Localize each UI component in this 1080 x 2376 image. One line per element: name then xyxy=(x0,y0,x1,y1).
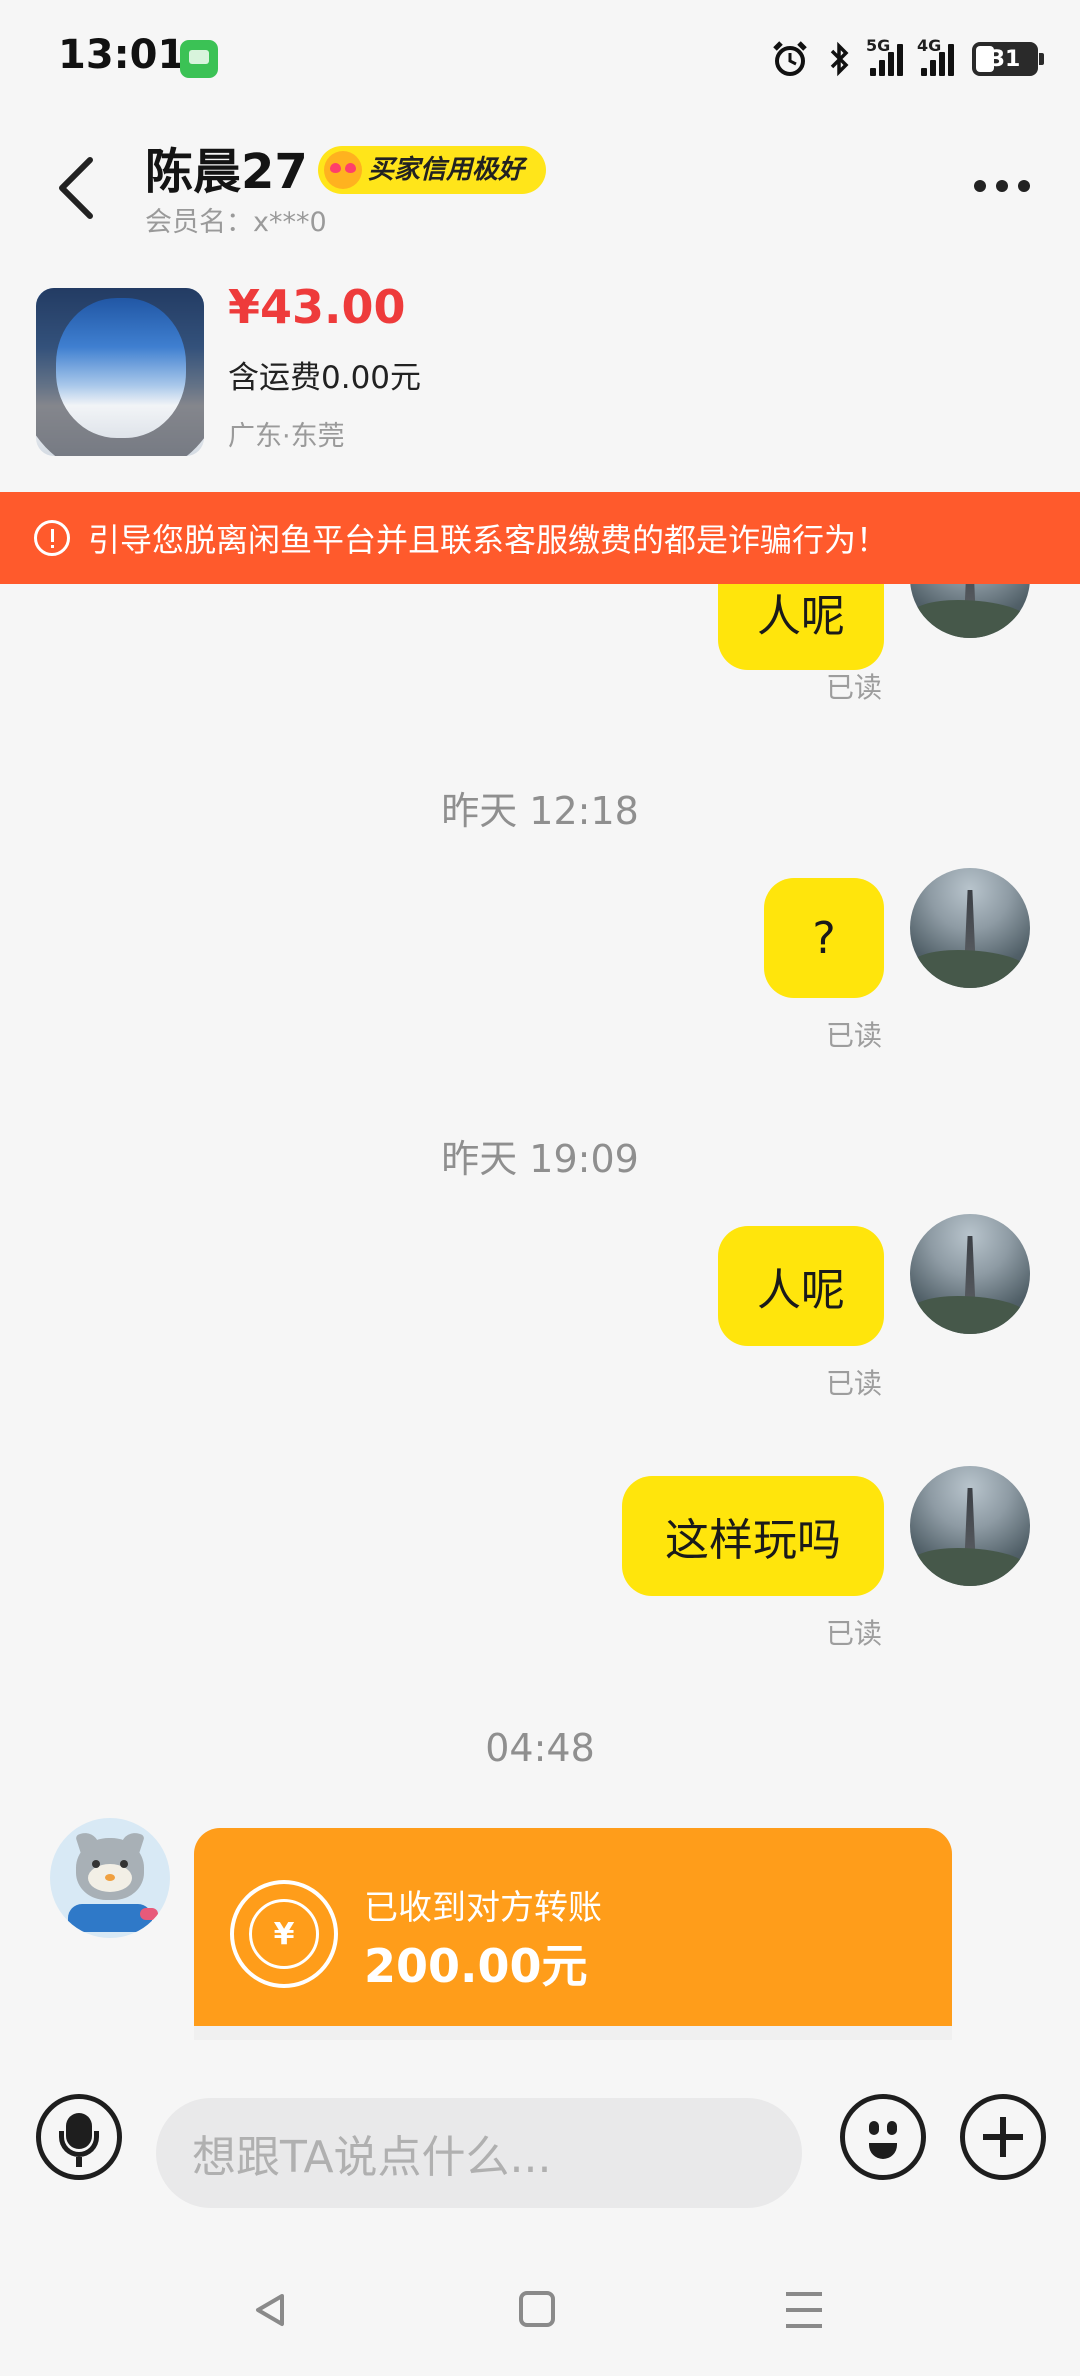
message-input[interactable]: 想跟TA说点什么... xyxy=(156,2098,802,2208)
member-name: 会员名：x***0 xyxy=(145,207,327,238)
message-timestamp: 04:48 xyxy=(485,1726,595,1770)
alarm-icon xyxy=(773,41,807,76)
fraud-warning-banner: 引导您脱离闲鱼平台并且联系客服缴费的都是诈骗行为！ xyxy=(0,492,1080,584)
transfer-card[interactable]: ¥ 已收到对方转账 200.00元 xyxy=(194,1828,952,2040)
nav-home-icon[interactable] xyxy=(519,2291,555,2327)
message-timestamp: 昨天 19:09 xyxy=(441,1137,639,1181)
my-avatar[interactable] xyxy=(910,584,1030,638)
message-bubble[interactable]: 人呢 xyxy=(718,1226,884,1346)
contact-avatar[interactable] xyxy=(50,1818,170,1938)
message-text: 人呢 xyxy=(757,591,845,642)
status-time: 13:01 xyxy=(58,32,186,78)
battery-level: 31 xyxy=(989,46,1021,72)
status-icons: 5G 4G 31 xyxy=(770,34,1044,84)
read-status: 已读 xyxy=(826,1019,883,1052)
product-image[interactable] xyxy=(36,288,204,456)
product-location: 广东·东莞 xyxy=(228,421,345,452)
product-shipping: 含运费0.00元 xyxy=(228,360,422,396)
warning-text: 引导您脱离闲鱼平台并且联系客服缴费的都是诈骗行为！ xyxy=(88,521,889,559)
message-bubble[interactable]: ? xyxy=(764,878,884,998)
transfer-icon: ¥ xyxy=(230,1880,338,1988)
voice-button[interactable] xyxy=(36,2094,122,2180)
heart-eyes-icon xyxy=(324,151,362,189)
nav-menu-icon[interactable] xyxy=(786,2292,822,2328)
my-avatar[interactable] xyxy=(910,868,1030,988)
contact-name: 陈晨27 xyxy=(145,144,308,200)
chat-area[interactable]: 人呢 已读 昨天 12:18 ? 已读 昨天 19:09 人呢 已读 这样玩吗 … xyxy=(0,584,1080,2054)
transfer-amount: 200.00元 xyxy=(364,1939,588,1993)
notification-app-icon xyxy=(180,40,218,78)
emoji-button[interactable] xyxy=(840,2094,926,2180)
back-icon[interactable] xyxy=(48,152,108,224)
signal-icon: 4G xyxy=(917,36,954,76)
bluetooth-icon xyxy=(830,41,849,77)
product-price: ¥43.00 xyxy=(228,280,406,334)
my-avatar[interactable] xyxy=(910,1466,1030,1586)
battery-icon: 31 xyxy=(972,42,1044,76)
message-text: ? xyxy=(812,912,836,964)
read-status: 已读 xyxy=(826,1617,883,1650)
credit-badge: 买家信用极好 xyxy=(318,146,547,194)
message-timestamp: 昨天 12:18 xyxy=(441,789,639,833)
transfer-title: 已收到对方转账 xyxy=(364,1888,602,1928)
warning-icon xyxy=(34,520,70,556)
nav-back-icon[interactable] xyxy=(250,2290,290,2330)
message-bubble[interactable]: 这样玩吗 xyxy=(622,1476,884,1596)
add-button[interactable] xyxy=(960,2094,1046,2180)
read-status: 已读 xyxy=(826,671,883,704)
message-text: 人呢 xyxy=(757,1265,845,1316)
message-text: 这样玩吗 xyxy=(665,1515,841,1566)
signal-icon: 5G xyxy=(866,36,903,76)
credit-badge-label: 买家信用极好 xyxy=(368,155,525,185)
my-avatar[interactable] xyxy=(910,1214,1030,1334)
message-bubble[interactable]: 人呢 xyxy=(718,584,884,670)
more-icon[interactable] xyxy=(974,180,1030,192)
read-status: 已读 xyxy=(826,1367,883,1400)
